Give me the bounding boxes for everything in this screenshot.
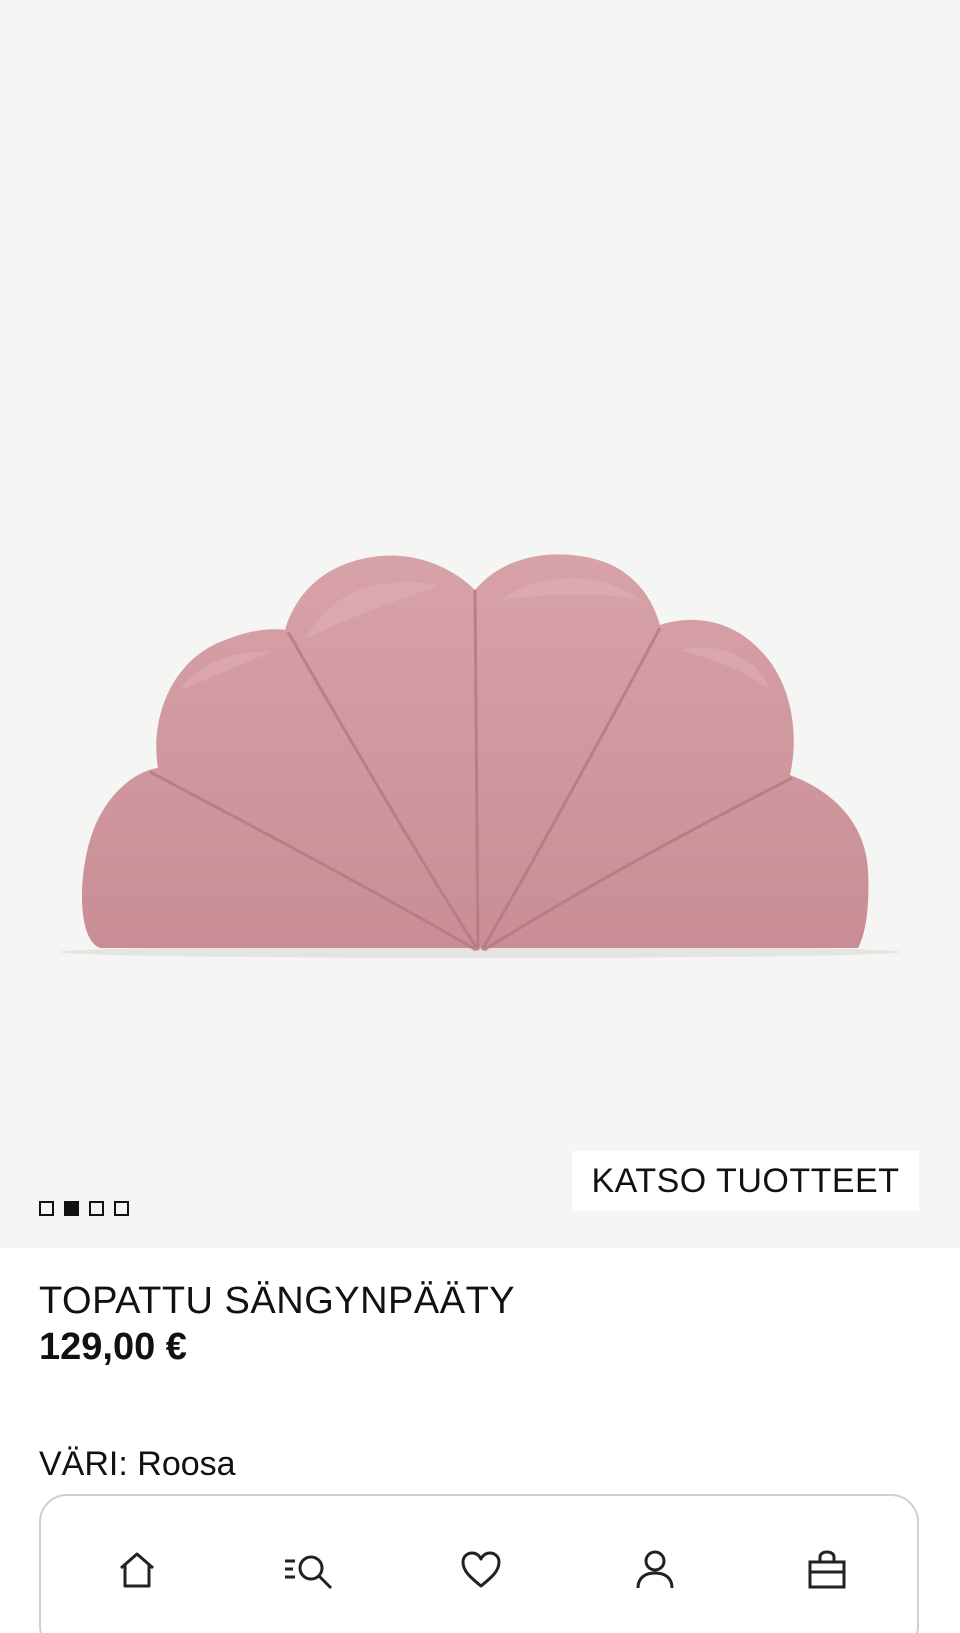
account-icon: [636, 1550, 674, 1589]
bottom-navigation: [39, 1494, 919, 1633]
nav-account[interactable]: [625, 1540, 685, 1600]
product-image: [60, 554, 900, 958]
color-selector[interactable]: VÄRI: Roosa: [39, 1442, 236, 1486]
see-products-button[interactable]: KATSO TUOTTEET: [572, 1151, 919, 1211]
product-page: KATSO TUOTTEET TOPATTU SÄNGYNPÄÄTY 129,0…: [0, 0, 960, 1633]
home-icon: [120, 1552, 154, 1588]
product-price: 129,00 €: [39, 1326, 187, 1368]
carousel-dot[interactable]: [114, 1201, 129, 1216]
product-image-carousel[interactable]: KATSO TUOTTEET: [0, 0, 960, 1248]
search-menu-icon: [285, 1555, 333, 1590]
carousel-indicators: [39, 1201, 129, 1216]
nav-home[interactable]: [107, 1540, 167, 1600]
color-value: Roosa: [137, 1445, 236, 1483]
shopping-bag-icon: [808, 1550, 846, 1589]
heart-icon: [461, 1551, 501, 1588]
carousel-dot[interactable]: [39, 1201, 54, 1216]
product-info: TOPATTU SÄNGYNPÄÄTY 129,00 €: [39, 1278, 515, 1370]
nav-cart[interactable]: [797, 1540, 857, 1600]
nav-search[interactable]: [281, 1540, 341, 1600]
color-label: VÄRI:: [39, 1445, 128, 1483]
product-title: TOPATTU SÄNGYNPÄÄTY: [39, 1280, 516, 1322]
carousel-dot[interactable]: [89, 1201, 104, 1216]
carousel-dot-active[interactable]: [64, 1201, 79, 1216]
nav-favorites[interactable]: [451, 1540, 511, 1600]
